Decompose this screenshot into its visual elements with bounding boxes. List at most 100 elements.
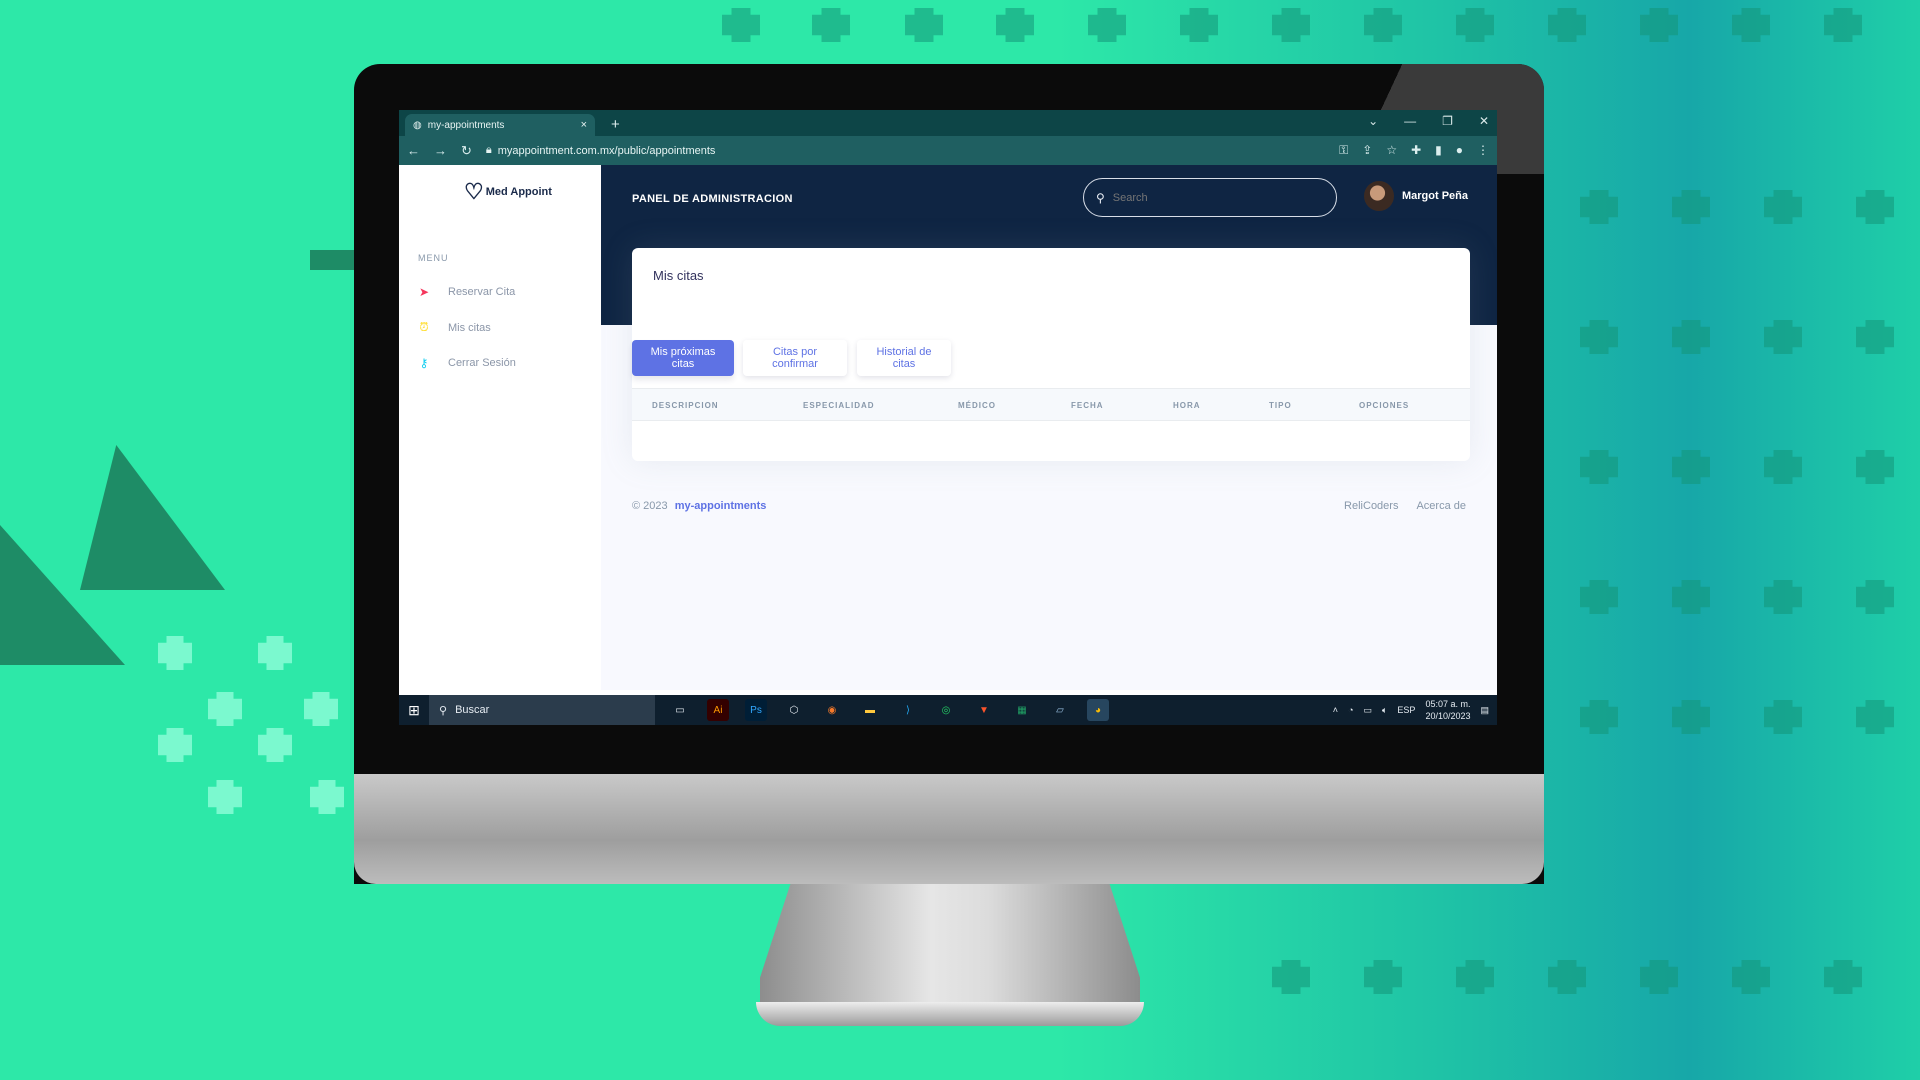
monitor-stand [760, 884, 1140, 1004]
taskbar-search-label: Buscar [455, 704, 490, 716]
window-controls: ⌄ — ❐ ✕ [1368, 114, 1489, 128]
column-header: OPCIONES [1359, 401, 1410, 410]
copyright-text: © 2023 [632, 500, 668, 512]
page-title: PANEL DE ADMINISTRACION [632, 193, 793, 205]
tab-search-button[interactable]: ⌄ [1368, 114, 1378, 128]
browser-tab[interactable]: ◍ my-appointments × [405, 114, 595, 136]
minimize-button[interactable]: — [1404, 114, 1416, 128]
back-icon[interactable]: ← [407, 143, 420, 158]
taskbar-clock[interactable]: 05:07 a. m. 20/10/2023 [1425, 698, 1470, 722]
close-window-button[interactable]: ✕ [1479, 114, 1489, 128]
restore-button[interactable]: ❐ [1442, 114, 1453, 128]
search-icon: ⚲ [1096, 190, 1105, 205]
lock-icon: 🔒︎ [485, 144, 492, 156]
footer: © 2023 my-appointments ReliCoders Acerca… [632, 500, 1466, 512]
tab-citas-por-confirmar[interactable]: Citas por confirmar [743, 340, 847, 376]
card-title: Mis citas [653, 268, 704, 283]
chrome-icon[interactable]: ◕ [1087, 699, 1109, 721]
sidebar-item-label: Reservar Cita [448, 286, 516, 298]
footer-link-acerca-de[interactable]: Acerca de [1416, 500, 1466, 512]
extensions-icon[interactable]: ✚ [1411, 143, 1421, 158]
footer-brand-link[interactable]: my-appointments [675, 500, 767, 512]
taskbar-search[interactable]: ⚲ Buscar [429, 695, 655, 725]
paper-plane-icon: ➤ [418, 285, 430, 299]
brave-icon[interactable]: ▼ [973, 699, 995, 721]
tab-close-icon[interactable]: × [581, 119, 587, 131]
share-icon[interactable]: ⇪ [1362, 143, 1372, 158]
search-field[interactable]: ⚲ [1083, 178, 1337, 217]
sidebar-item-label: Mis citas [448, 321, 491, 334]
illustrator-icon[interactable]: Ai [707, 699, 729, 721]
address-bar[interactable]: 🔒︎ myappointment.com.mx/public/appointme… [486, 144, 1325, 157]
notes-icon[interactable]: ▱ [1049, 699, 1071, 721]
column-header: TIPO [1269, 401, 1292, 410]
tab-historial-de-citas[interactable]: Historial de citas [857, 340, 951, 376]
photoshop-icon[interactable]: Ps [745, 699, 767, 721]
sidebar-item-label: Cerrar Sesión [448, 357, 516, 369]
search-input[interactable] [1112, 191, 1313, 204]
column-header: HORA [1173, 401, 1201, 410]
url-text: myappointment.com.mx/public/appointments [497, 144, 716, 157]
battery-icon[interactable]: ▭ [1364, 705, 1373, 716]
system-tray: ˄ ◔ ▭ 🔈︎ ESP 05:07 a. m. 20/10/2023 ▤ [1333, 698, 1497, 722]
sidebar-item-reservar-cita[interactable]: ➤ Reservar Cita [418, 285, 515, 299]
profile-icon[interactable]: ● [1456, 143, 1463, 158]
browser-toolbar: ← → ↻ 🔒︎ myappointment.com.mx/public/app… [399, 136, 1497, 165]
user-menu[interactable]: Margot Peña [1364, 181, 1468, 211]
bookmark-star-icon[interactable]: ☆ [1386, 143, 1397, 158]
stethoscope-heart-icon: ♡ [464, 179, 484, 204]
file-explorer-icon[interactable]: ▬ [859, 699, 881, 721]
screen: ◍ my-appointments × + ⌄ — ❐ ✕ ← → ↻ 🔒︎ m… [399, 110, 1497, 725]
clock-icon: ⏰︎ [419, 320, 429, 334]
volume-icon[interactable]: 🔈︎ [1382, 705, 1387, 716]
search-icon: ⚲ [439, 704, 448, 717]
web-app: ♡ Med Appoint MENU ➤ Reservar Cita ⏰︎ Mi… [399, 165, 1497, 690]
whatsapp-icon[interactable]: ◎ [935, 699, 957, 721]
favicon-icon: ◍ [413, 119, 422, 131]
footer-links: ReliCoders Acerca de [1344, 500, 1466, 512]
menu-heading: MENU [418, 253, 449, 263]
monitor-base [756, 1002, 1144, 1026]
more-menu-icon[interactable]: ⋮ [1477, 143, 1489, 158]
user-name: Margot Peña [1402, 190, 1469, 202]
browser-tab-bar: ◍ my-appointments × + ⌄ — ❐ ✕ [399, 110, 1497, 136]
language-indicator[interactable]: ESP [1397, 705, 1415, 715]
new-tab-button[interactable]: + [611, 116, 620, 133]
clock-date: 20/10/2023 [1425, 711, 1471, 721]
reload-icon[interactable]: ↻ [461, 143, 472, 159]
password-key-icon[interactable]: ⚿ [1339, 143, 1348, 158]
key-icon: ⚷ [419, 356, 429, 370]
column-header: MÉDICO [958, 401, 996, 410]
main-content: PANEL DE ADMINISTRACION ⚲ Margot Peña Mi… [601, 165, 1497, 690]
clock-time: 05:07 a. m. [1425, 699, 1471, 709]
chevron-up-icon[interactable]: ˄ [1333, 705, 1338, 715]
windows-taskbar: ⊞ ⚲ Buscar ▭ Ai Ps ⬡ ◉ ▬ ⟩ ◎ ▼ ▦ ▱ ◕ ˄ ◔… [399, 695, 1497, 725]
monitor-chin [354, 774, 1544, 884]
logo-text: Med Appoint [485, 186, 552, 198]
column-header: DESCRIPCION [652, 401, 719, 410]
sidebar-item-cerrar-sesion[interactable]: ⚷ Cerrar Sesión [418, 356, 516, 370]
avatar [1364, 181, 1394, 211]
table-header: DESCRIPCION ESPECIALIDAD MÉDICO FECHA HO… [632, 388, 1470, 421]
unity-icon[interactable]: ⬡ [783, 699, 805, 721]
excel-icon[interactable]: ▦ [1011, 699, 1033, 721]
tab-mis-proximas-citas[interactable]: Mis próximas citas [632, 340, 734, 376]
blender-icon[interactable]: ◉ [821, 699, 843, 721]
footer-link-relicoders[interactable]: ReliCoders [1344, 500, 1398, 512]
sidebar: ♡ Med Appoint MENU ➤ Reservar Cita ⏰︎ Mi… [399, 165, 601, 690]
forward-icon[interactable]: → [434, 143, 447, 158]
notifications-icon[interactable]: ▤ [1480, 705, 1489, 716]
sidebar-item-mis-citas[interactable]: ⏰︎ Mis citas [418, 320, 491, 335]
taskbar-apps: ▭ Ai Ps ⬡ ◉ ▬ ⟩ ◎ ▼ ▦ ▱ ◕ [669, 699, 1109, 721]
vscode-icon[interactable]: ⟩ [897, 699, 919, 721]
tab-title: my-appointments [427, 119, 505, 131]
windows-start-icon[interactable]: ⊞ [399, 702, 429, 719]
task-view-icon[interactable]: ▭ [669, 699, 691, 721]
side-panel-icon[interactable]: ▮ [1435, 143, 1442, 158]
network-icon[interactable]: ◔ [1348, 705, 1353, 715]
app-logo[interactable]: ♡ Med Appoint [464, 179, 552, 205]
column-header: FECHA [1071, 401, 1104, 410]
column-header: ESPECIALIDAD [803, 401, 875, 410]
browser-actions: ⚿ ⇪ ☆ ✚ ▮ ● ⋮ [1339, 143, 1489, 158]
appointments-card: Mis citas Mis próximas citas Citas por c… [632, 248, 1470, 461]
